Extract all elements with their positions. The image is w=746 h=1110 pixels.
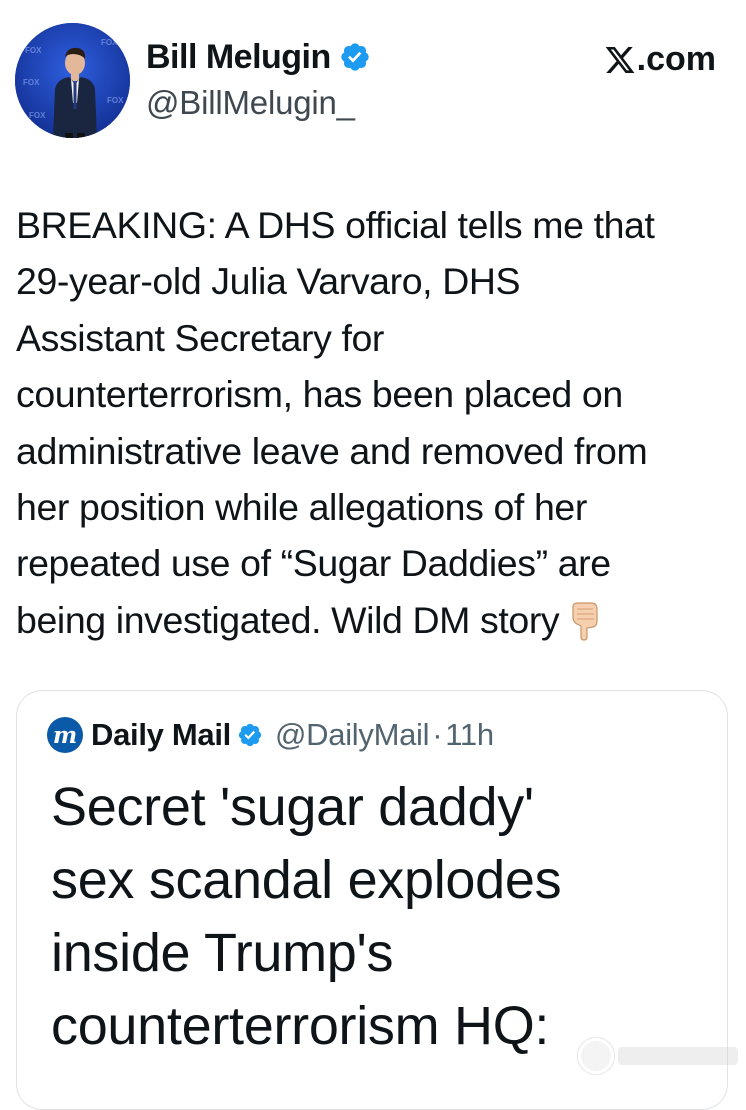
avatar-photo: FOX FOX FOX FOX FOX xyxy=(15,23,130,138)
svg-text:FOX: FOX xyxy=(29,111,46,120)
quoted-timestamp[interactable]: 11h xyxy=(445,717,494,753)
daily-mail-logo-icon: m xyxy=(47,717,83,753)
daily-mail-logo-letter: m xyxy=(52,721,78,749)
tweet-body: BREAKING: A DHS official tells me that 2… xyxy=(16,197,736,648)
watermark-text-block xyxy=(618,1047,738,1065)
site-label: .com xyxy=(636,40,716,78)
verified-badge-icon xyxy=(341,43,369,71)
tweet-header: FOX FOX FOX FOX FOX Bill Melugin @BillMe… xyxy=(0,0,746,150)
x-com-link[interactable]: .com xyxy=(604,40,716,79)
svg-text:FOX: FOX xyxy=(23,78,40,87)
meta-separator: · xyxy=(432,717,443,752)
watermark xyxy=(578,1038,738,1074)
svg-text:FOX: FOX xyxy=(107,96,124,105)
backhand-index-pointing-down-icon xyxy=(572,602,598,641)
author-avatar[interactable]: FOX FOX FOX FOX FOX xyxy=(15,23,130,138)
tweet-text: BREAKING: A DHS official tells me that 2… xyxy=(16,204,655,641)
quoted-headline: Secret 'sugar daddy' sex scandal explode… xyxy=(51,777,562,1056)
quoted-author-handle[interactable]: @DailyMail xyxy=(275,717,430,753)
author-name-row[interactable]: Bill Melugin xyxy=(146,37,371,77)
watermark-logo-icon xyxy=(578,1038,614,1074)
svg-text:FOX: FOX xyxy=(101,38,118,47)
author-handle[interactable]: @BillMelugin_ xyxy=(146,84,355,122)
author-display-name[interactable]: Bill Melugin xyxy=(146,38,331,77)
quoted-header: m Daily Mail @DailyMail · 11h xyxy=(47,717,494,753)
svg-text:FOX: FOX xyxy=(25,46,42,55)
verified-badge-icon xyxy=(238,723,262,747)
x-logo-icon xyxy=(605,46,635,73)
quoted-author-name[interactable]: Daily Mail xyxy=(91,717,231,753)
